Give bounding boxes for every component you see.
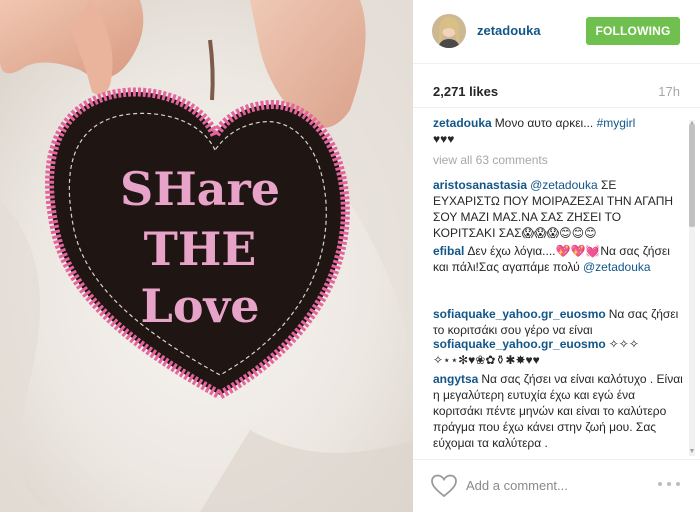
- comments-section: zetadouka Μονο αυτο αρκει... #mygirl ♥♥♥ …: [413, 109, 700, 459]
- comment-mention[interactable]: @zetadouka: [530, 178, 598, 192]
- comments-scrollbar[interactable]: ▲ ▼: [687, 120, 697, 456]
- post-header: zetadouka FOLLOWING: [413, 0, 700, 64]
- likes-count[interactable]: 2,271 likes: [433, 84, 498, 99]
- list-item: sofiaquake_yahoo.gr_euosmo ✧✧✧ ✧⋆⋆✻♥❀✿⚱✱✸…: [433, 336, 683, 368]
- comment-author[interactable]: sofiaquake_yahoo.gr_euosmo: [433, 337, 606, 351]
- patch-text-line3: Love: [140, 279, 259, 333]
- photo-illustration: SHare THE Love: [0, 0, 413, 512]
- comment-mention[interactable]: @zetadouka: [583, 260, 651, 274]
- caption-text: Μονο αυτο αρκει...: [494, 116, 597, 130]
- list-item: sofiaquake_yahoo.gr_euosmo Να σας ζήσει τ…: [433, 306, 683, 338]
- post-timestamp[interactable]: 17h: [658, 84, 680, 99]
- heart-outline-icon[interactable]: [431, 474, 457, 498]
- caption-author[interactable]: zetadouka: [433, 116, 492, 130]
- list-item: efibal Δεν έχω λόγια....💖💖💓Να σας ζήσει κ…: [433, 243, 683, 275]
- patch-text-line2: THE: [144, 222, 257, 276]
- caption-hashtag[interactable]: #mygirl: [597, 116, 636, 130]
- patch-text-line1: SHare: [120, 162, 280, 216]
- avatar[interactable]: [432, 14, 466, 48]
- post-details-panel: zetadouka FOLLOWING 2,271 likes 17h zeta…: [413, 0, 700, 512]
- more-dots-icon[interactable]: [658, 479, 680, 489]
- caption-hearts: ♥♥♥: [433, 132, 455, 146]
- username[interactable]: zetadouka: [477, 23, 541, 38]
- post-meta: 2,271 likes 17h: [413, 64, 700, 108]
- post-footer: Add a comment...: [413, 459, 700, 512]
- comment-author[interactable]: sofiaquake_yahoo.gr_euosmo: [433, 307, 606, 321]
- scroll-down-arrow-icon[interactable]: ▼: [687, 448, 697, 456]
- comment-author[interactable]: efibal: [433, 244, 464, 258]
- caption: zetadouka Μονο αυτο αρκει... #mygirl ♥♥♥: [433, 115, 683, 147]
- comment-author[interactable]: aristosanastasia: [433, 178, 527, 192]
- add-comment-input[interactable]: Add a comment...: [466, 478, 568, 493]
- comment-author[interactable]: angytsa: [433, 372, 478, 386]
- post-photo[interactable]: SHare THE Love: [0, 0, 413, 512]
- following-button[interactable]: FOLLOWING: [586, 17, 680, 45]
- view-all-comments-link[interactable]: view all 63 comments: [433, 153, 548, 167]
- scroll-thumb[interactable]: [689, 124, 695, 227]
- list-item: aristosanastasia @zetadouka ΣΕ ΕΥΧΑΡΙΣΤΩ …: [433, 177, 683, 241]
- list-item: angytsa Να σας ζήσει να είναι καλότυχο . …: [433, 371, 683, 451]
- avatar-image: [432, 14, 466, 48]
